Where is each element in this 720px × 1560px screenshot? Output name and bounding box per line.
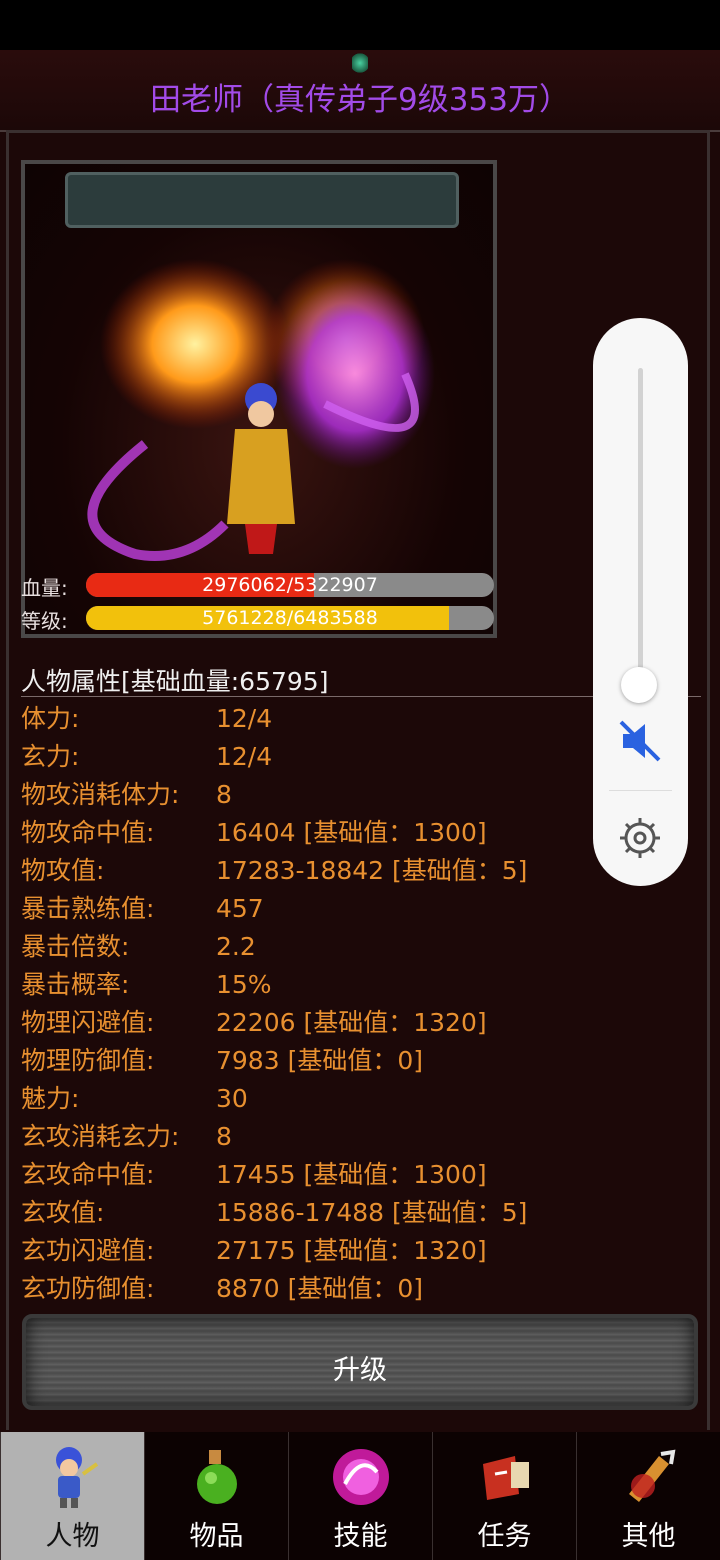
attribute-row: 玄功防御值: 8870 [基础值：0] (21, 1270, 701, 1308)
attribute-label: 玄功防御值: (21, 1274, 155, 1303)
attributes-header: 人物属性[基础血量:65795] (21, 667, 329, 696)
attribute-value: 16404 [基础值：1300] (216, 818, 487, 847)
attribute-row: 暴击倍数: 2.2 (21, 928, 701, 966)
tab-label: 技能 (333, 1521, 388, 1552)
tab-character[interactable]: 人物 (0, 1432, 144, 1560)
attribute-row: 玄攻消耗玄力: 8 (21, 1118, 701, 1156)
attribute-row: 魅力: 30 (21, 1080, 701, 1118)
upgrade-button[interactable]: 升级 (22, 1314, 698, 1410)
attribute-value: 12/4 (216, 742, 273, 771)
attribute-label: 玄功闪避值: (21, 1236, 155, 1265)
attribute-row: 玄功闪避值: 27175 [基础值：1320] (21, 1232, 701, 1270)
gem-ornament-icon (352, 52, 368, 74)
attribute-value: 8 (216, 780, 232, 809)
exp-value: 5761228/6483588 (202, 607, 378, 629)
volume-slider-thumb[interactable] (621, 667, 657, 703)
attribute-label: 暴击概率: (21, 970, 130, 999)
character-title: 田老师（真传弟子9级353万） (150, 82, 570, 118)
attribute-label: 魅力: (21, 1084, 80, 1113)
portrait-banner (65, 172, 459, 228)
potion-icon (197, 1450, 237, 1504)
quest-icon (483, 1456, 529, 1500)
bottom-tab-bar: 人物 物品 技能 任务 其他 (0, 1432, 720, 1560)
exp-bar: 5761228/6483588 (86, 606, 494, 630)
skill-orb-icon (333, 1449, 389, 1505)
tab-label: 任务 (477, 1521, 532, 1552)
attribute-row: 暴击熟练值: 457 (21, 890, 701, 928)
hp-row: 血量: 2976062/5322907 (21, 572, 497, 600)
attribute-label: 暴击倍数: (21, 932, 130, 961)
upgrade-label: 升级 (333, 1355, 387, 1386)
attribute-value: 15% (216, 970, 272, 999)
attribute-value: 22206 [基础值：1320] (216, 1008, 487, 1037)
hero-wings-icon (87, 259, 435, 561)
mute-icon[interactable] (617, 718, 663, 764)
character-icon (56, 1447, 99, 1508)
attribute-row: 玄攻值: 15886-17488 [基础值：5] (21, 1194, 701, 1232)
hp-label: 血量: (21, 576, 68, 600)
tab-label: 物品 (189, 1521, 244, 1552)
attribute-label: 物攻命中值: (21, 818, 155, 847)
tab-label: 人物 (45, 1521, 100, 1552)
attribute-row: 物理闪避值: 22206 [基础值：1320] (21, 1004, 701, 1042)
volume-divider (609, 790, 672, 791)
attribute-label: 玄攻值: (21, 1198, 105, 1227)
attribute-value: 8 (216, 1122, 232, 1151)
attribute-value: 457 (216, 894, 264, 923)
attribute-value: 15886-17488 [基础值：5] (216, 1198, 528, 1227)
character-portrait (21, 160, 497, 638)
attribute-row: 物理防御值: 7983 [基础值：0] (21, 1042, 701, 1080)
attribute-row: 玄攻命中值: 17455 [基础值：1300] (21, 1156, 701, 1194)
level-label: 等级: (21, 609, 68, 633)
tab-label: 其他 (621, 1521, 676, 1552)
gear-icon[interactable] (618, 816, 662, 860)
hp-bar: 2976062/5322907 (86, 573, 494, 597)
attribute-label: 物攻值: (21, 856, 105, 885)
attribute-label: 物理闪避值: (21, 1008, 155, 1037)
attribute-value: 8870 [基础值：0] (216, 1274, 423, 1303)
tab-skills[interactable]: 技能 (288, 1432, 432, 1560)
attribute-label: 物攻消耗体力: (21, 780, 180, 809)
hp-value: 2976062/5322907 (202, 574, 378, 596)
tab-quests[interactable]: 任务 (432, 1432, 576, 1560)
attribute-value: 27175 [基础值：1320] (216, 1236, 487, 1265)
tab-other[interactable]: 其他 (576, 1432, 720, 1560)
attribute-label: 玄攻命中值: (21, 1160, 155, 1189)
attribute-label: 玄攻消耗玄力: (21, 1122, 180, 1151)
tab-items[interactable]: 物品 (144, 1432, 288, 1560)
attribute-label: 物理防御值: (21, 1046, 155, 1075)
status-bar (0, 0, 720, 50)
volume-panel (593, 318, 688, 886)
attribute-label: 体力: (21, 704, 80, 733)
attribute-value: 17455 [基础值：1300] (216, 1160, 487, 1189)
other-icon (629, 1449, 676, 1502)
attribute-value: 2.2 (216, 932, 256, 961)
exp-row: 等级: 5761228/6483588 (21, 605, 497, 633)
volume-slider-track[interactable] (638, 368, 643, 688)
attribute-value: 12/4 (216, 704, 273, 733)
attribute-value: 30 (216, 1084, 248, 1113)
attribute-value: 7983 [基础值：0] (216, 1046, 423, 1075)
attribute-value: 17283-18842 [基础值：5] (216, 856, 528, 885)
attribute-label: 玄力: (21, 742, 80, 771)
attribute-label: 暴击熟练值: (21, 894, 155, 923)
attribute-row: 暴击概率: 15% (21, 966, 701, 1004)
